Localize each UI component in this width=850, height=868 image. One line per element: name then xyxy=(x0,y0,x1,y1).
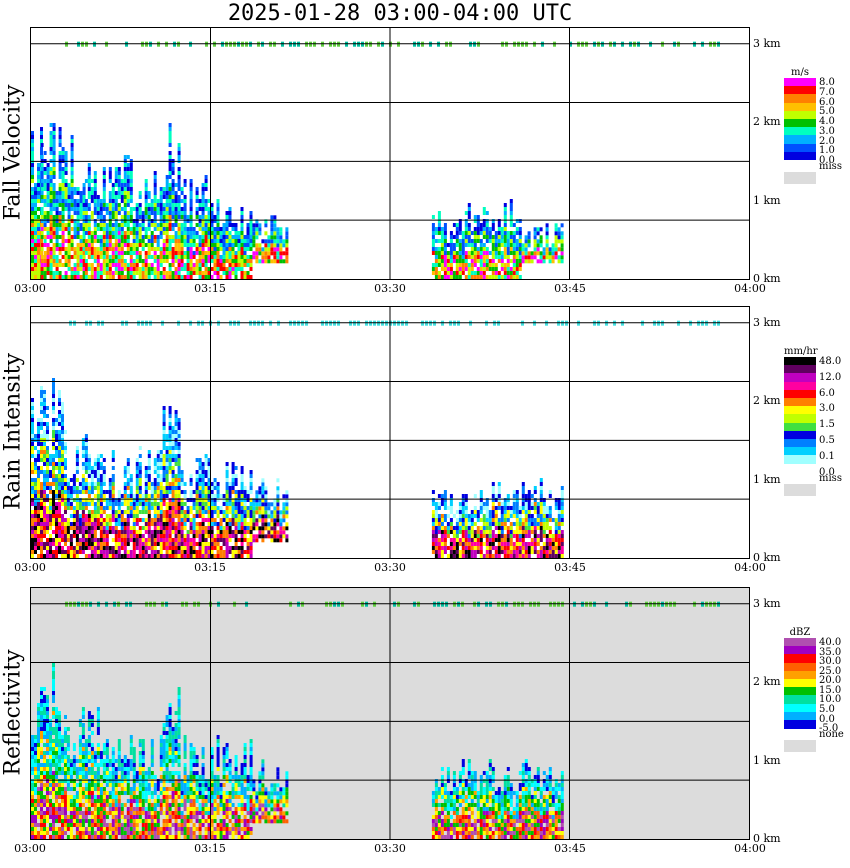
x-tick-label: 03:00 xyxy=(14,282,46,295)
legend-unit: m/s xyxy=(791,67,809,78)
rain-intensity-plot xyxy=(30,306,750,559)
legend-swatch-missing xyxy=(784,172,816,184)
x-tick-label: 03:15 xyxy=(194,282,226,295)
y-tick-label: 2 km xyxy=(753,394,781,408)
legend-value: none xyxy=(819,729,844,741)
legend-swatch xyxy=(784,720,816,729)
x-tick-label: 03:15 xyxy=(194,842,226,855)
legend-swatch-missing xyxy=(784,483,816,496)
legend-swatch xyxy=(784,151,816,161)
legend-value: 12.0 xyxy=(819,371,842,383)
page-title: 2025-01-28 03:00-04:00 UTC xyxy=(227,1,573,26)
x-tick-label: 03:30 xyxy=(374,561,406,574)
x-tick-label: 04:00 xyxy=(734,282,766,295)
x-tick-label: 03:00 xyxy=(14,561,46,574)
legend-unit: dBZ xyxy=(789,627,811,638)
y-tick-label: 1 km xyxy=(753,472,781,486)
fall-velocity-plot xyxy=(30,27,750,280)
plot-canvas xyxy=(31,307,749,558)
y-tick-label: 3 km xyxy=(753,36,781,50)
y-tick-label: 3 km xyxy=(753,596,781,610)
y-tick-label: 1 km xyxy=(753,193,781,207)
legend-value: 0.1 xyxy=(819,450,835,462)
panel-3-label: Reflectivity xyxy=(0,648,26,776)
plot-canvas xyxy=(31,28,749,279)
y-tick-label: 2 km xyxy=(753,115,781,129)
plot-canvas xyxy=(31,588,749,839)
panel-2-label: Rain Intensity xyxy=(0,352,26,510)
y-tick-label: 1 km xyxy=(753,753,781,767)
x-tick-label: 03:45 xyxy=(554,561,586,574)
legend-value: miss xyxy=(819,161,842,172)
y-tick-label: 3 km xyxy=(753,315,781,329)
x-tick-label: 03:15 xyxy=(194,561,226,574)
legend-swatch-missing xyxy=(784,740,816,753)
legend-swatch xyxy=(784,463,816,473)
legend-value: 48.0 xyxy=(819,356,842,367)
x-tick-label: 04:00 xyxy=(734,561,766,574)
y-tick-label: 2 km xyxy=(753,675,781,689)
x-tick-label: 03:45 xyxy=(554,282,586,295)
legend-unit: mm/hr xyxy=(784,346,818,357)
legend-value: miss xyxy=(819,472,842,484)
legend-value: 3.0 xyxy=(819,403,835,415)
x-tick-label: 03:00 xyxy=(14,842,46,855)
x-tick-label: 03:30 xyxy=(374,842,406,855)
x-tick-label: 03:45 xyxy=(554,842,586,855)
legend-value: 6.0 xyxy=(819,387,835,399)
legend-value: 1.5 xyxy=(819,419,835,431)
x-tick-label: 04:00 xyxy=(734,842,766,855)
legend-value: 0.5 xyxy=(819,435,835,447)
x-tick-label: 03:30 xyxy=(374,282,406,295)
reflectivity-plot xyxy=(30,587,750,840)
panel-1-label: Fall Velocity xyxy=(0,84,26,220)
